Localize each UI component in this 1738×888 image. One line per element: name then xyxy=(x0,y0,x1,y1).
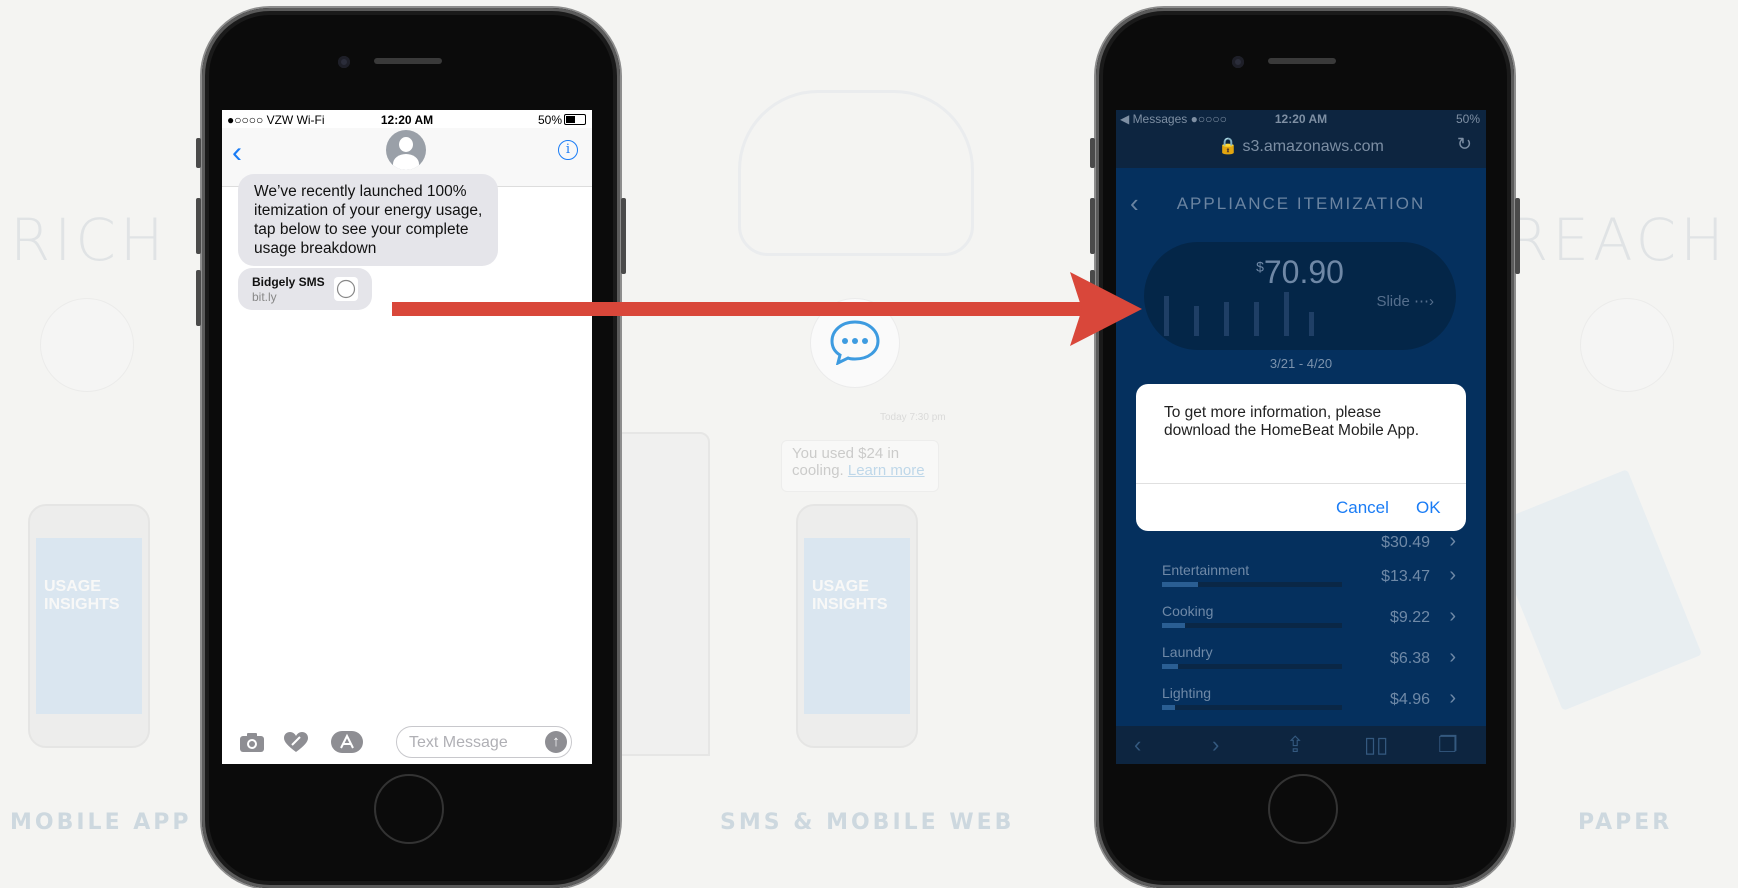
red-arrow xyxy=(392,272,1142,346)
arrow-shaft xyxy=(392,302,1092,316)
